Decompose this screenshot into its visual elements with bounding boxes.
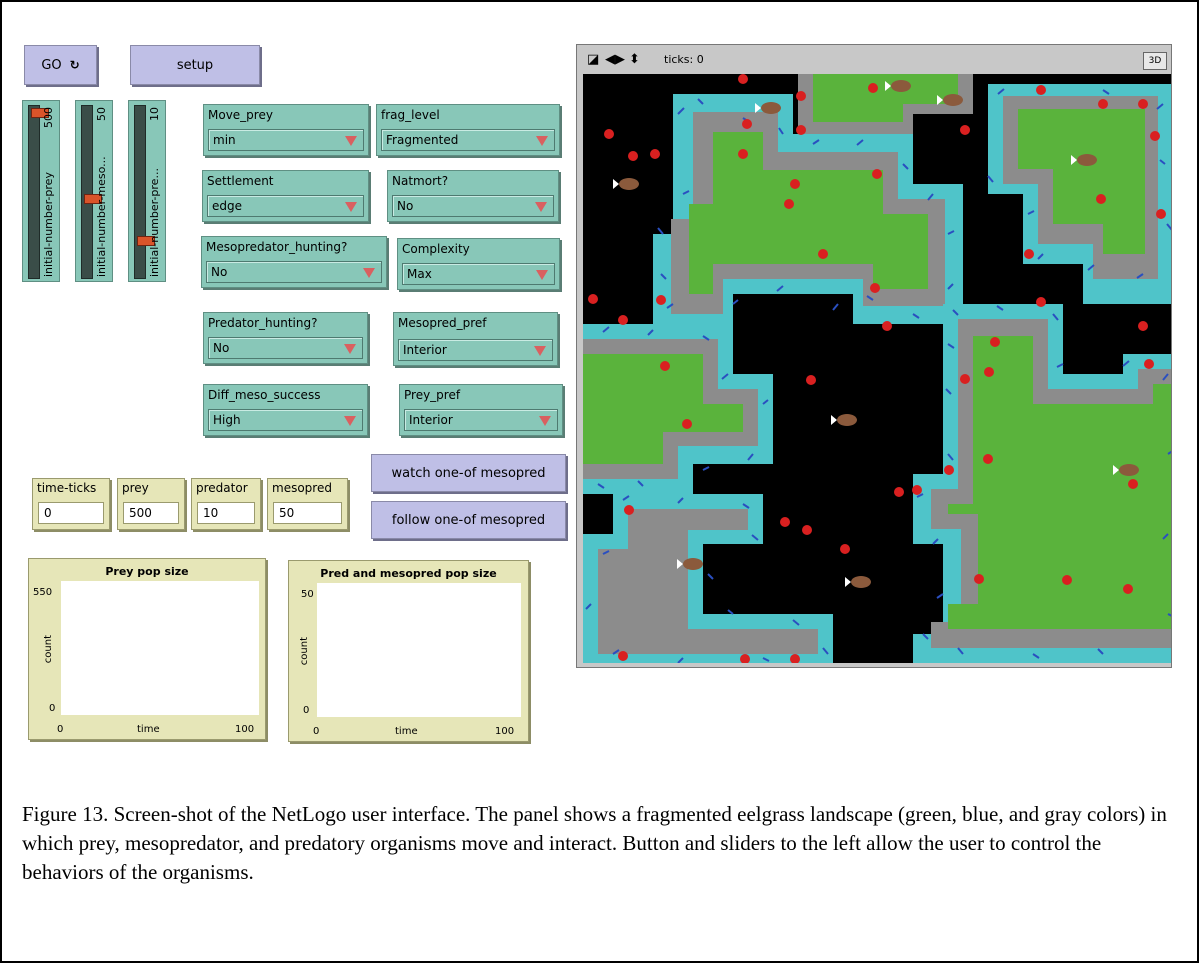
chooser-natmort[interactable]: Natmort? No bbox=[387, 170, 559, 222]
dropdown-arrow-icon bbox=[344, 416, 356, 426]
slider-initial-number-pred[interactable]: initial-number-pre... 10 bbox=[128, 100, 166, 282]
plot-pred-mesopred-pop-size: Pred and mesopred pop size 50 0 0 100 ti… bbox=[288, 560, 529, 742]
go-label: GO bbox=[41, 57, 62, 73]
chooser-value[interactable]: min bbox=[208, 129, 364, 151]
dropdown-arrow-icon bbox=[363, 268, 375, 278]
plot-ymax: 550 bbox=[33, 587, 53, 598]
chooser-title: Mesopredator_hunting? bbox=[206, 240, 348, 254]
chooser-mesopred-pref[interactable]: Mesopred_pref Interior bbox=[393, 312, 558, 366]
plot-ymin: 0 bbox=[49, 703, 56, 714]
monitor-title: mesopred bbox=[272, 481, 332, 495]
follow-mesopred-button[interactable]: follow one-of mesopred bbox=[371, 501, 566, 539]
dropdown-arrow-icon bbox=[536, 270, 548, 280]
view-toolbar: ◪ ◀▶ ⬍ ticks: 0 3D bbox=[577, 45, 1171, 73]
chooser-value[interactable]: Interior bbox=[404, 409, 558, 431]
chooser-frag-level[interactable]: frag_level Fragmented bbox=[376, 104, 560, 156]
forever-icon: ↻ bbox=[69, 58, 80, 72]
chooser-value[interactable]: High bbox=[208, 409, 363, 431]
chooser-settlement[interactable]: Settlement edge bbox=[202, 170, 369, 222]
slider-label: initial-number-prey 500 bbox=[42, 107, 55, 277]
chooser-title: frag_level bbox=[381, 108, 440, 122]
monitor-prey: prey 500 bbox=[117, 478, 185, 530]
chooser-value[interactable]: No bbox=[392, 195, 554, 217]
monitor-title: predator bbox=[196, 481, 248, 495]
follow-label: follow one-of mesopred bbox=[391, 512, 546, 528]
monitor-value: 500 bbox=[123, 502, 179, 524]
view-edge-icon[interactable]: ◪ bbox=[587, 52, 599, 67]
plot-xmax: 100 bbox=[235, 724, 255, 735]
monitor-value: 50 bbox=[273, 502, 342, 524]
chooser-mesopredator-hunting[interactable]: Mesopredator_hunting? No bbox=[201, 236, 387, 288]
chooser-value[interactable]: Interior bbox=[398, 339, 553, 361]
world-view[interactable]: ◪ ◀▶ ⬍ ticks: 0 3D bbox=[576, 44, 1172, 668]
dropdown-arrow-icon bbox=[344, 344, 356, 354]
chooser-title: Settlement bbox=[207, 174, 274, 188]
slider-track[interactable] bbox=[81, 105, 102, 279]
monitor-value: 0 bbox=[38, 502, 104, 524]
dropdown-arrow-icon bbox=[536, 136, 548, 146]
plot-ymax: 50 bbox=[301, 589, 314, 600]
world-canvas bbox=[583, 74, 1171, 663]
horizontal-wrap-icon[interactable]: ◀▶ bbox=[605, 52, 625, 67]
monitor-title: prey bbox=[122, 481, 149, 495]
plot-ymin: 0 bbox=[303, 705, 310, 716]
monitor-value: 10 bbox=[197, 502, 255, 524]
chooser-title: Natmort? bbox=[392, 174, 449, 188]
chooser-title: Move_prey bbox=[208, 108, 273, 122]
plot-xlabel: time bbox=[395, 726, 418, 737]
chooser-title: Diff_meso_success bbox=[208, 388, 321, 402]
watch-label: watch one-of mesopred bbox=[391, 465, 546, 481]
watch-mesopred-button[interactable]: watch one-of mesopred bbox=[371, 454, 566, 492]
vertical-wrap-icon[interactable]: ⬍ bbox=[629, 52, 640, 67]
chooser-prey-pref[interactable]: Prey_pref Interior bbox=[399, 384, 563, 436]
go-button[interactable]: GO ↻ bbox=[24, 45, 97, 85]
dropdown-arrow-icon bbox=[534, 346, 546, 356]
slider-track[interactable] bbox=[28, 105, 49, 279]
dropdown-arrow-icon bbox=[535, 202, 547, 212]
chooser-value[interactable]: No bbox=[208, 337, 363, 359]
dropdown-arrow-icon bbox=[345, 202, 357, 212]
setup-label: setup bbox=[176, 57, 214, 73]
plot-ylabel: count bbox=[299, 637, 310, 666]
slider-track[interactable] bbox=[134, 105, 155, 279]
chooser-title: Predator_hunting? bbox=[208, 316, 318, 330]
monitor-time-ticks: time-ticks 0 bbox=[32, 478, 110, 530]
chooser-value[interactable]: No bbox=[206, 261, 382, 283]
slider-label: initial-number-pre... 10 bbox=[148, 107, 161, 277]
slider-label: initial-number-meso... 50 bbox=[95, 107, 108, 277]
plot-xmin: 0 bbox=[313, 726, 320, 737]
slider-initial-number-prey[interactable]: initial-number-prey 500 bbox=[22, 100, 60, 282]
plot-xmax: 100 bbox=[495, 726, 515, 737]
3d-view-button[interactable]: 3D bbox=[1143, 52, 1167, 70]
chooser-complexity[interactable]: Complexity Max bbox=[397, 238, 560, 290]
dropdown-arrow-icon bbox=[345, 136, 357, 146]
plot-ylabel: count bbox=[43, 635, 54, 664]
chooser-move-prey[interactable]: Move_prey min bbox=[203, 104, 369, 156]
chooser-predator-hunting[interactable]: Predator_hunting? No bbox=[203, 312, 368, 364]
plot-area bbox=[317, 583, 521, 717]
chooser-title: Mesopred_pref bbox=[398, 316, 487, 330]
plot-title: Pred and mesopred pop size bbox=[320, 567, 497, 580]
ticks-counter: ticks: 0 bbox=[664, 53, 704, 66]
monitor-predator: predator 10 bbox=[191, 478, 261, 530]
setup-button[interactable]: setup bbox=[130, 45, 260, 85]
plot-area bbox=[61, 581, 259, 715]
chooser-value[interactable]: Max bbox=[402, 263, 555, 285]
plot-xmin: 0 bbox=[57, 724, 64, 735]
slider-initial-number-meso[interactable]: initial-number-meso... 50 bbox=[75, 100, 113, 282]
chooser-title: Prey_pref bbox=[404, 388, 461, 402]
figure-caption: Figure 13. Screen-shot of the NetLogo us… bbox=[22, 802, 1167, 884]
chooser-title: Complexity bbox=[402, 242, 470, 256]
plot-xlabel: time bbox=[137, 724, 160, 735]
chooser-value[interactable]: edge bbox=[207, 195, 364, 217]
monitor-title: time-ticks bbox=[37, 481, 97, 495]
chooser-value[interactable]: Fragmented bbox=[381, 129, 555, 151]
plot-title: Prey pop size bbox=[105, 565, 189, 578]
dropdown-arrow-icon bbox=[539, 416, 551, 426]
monitor-mesopred: mesopred 50 bbox=[267, 478, 348, 530]
chooser-diff-meso-success[interactable]: Diff_meso_success High bbox=[203, 384, 368, 436]
plot-prey-pop-size: Prey pop size 550 0 0 100 time count bbox=[28, 558, 266, 740]
